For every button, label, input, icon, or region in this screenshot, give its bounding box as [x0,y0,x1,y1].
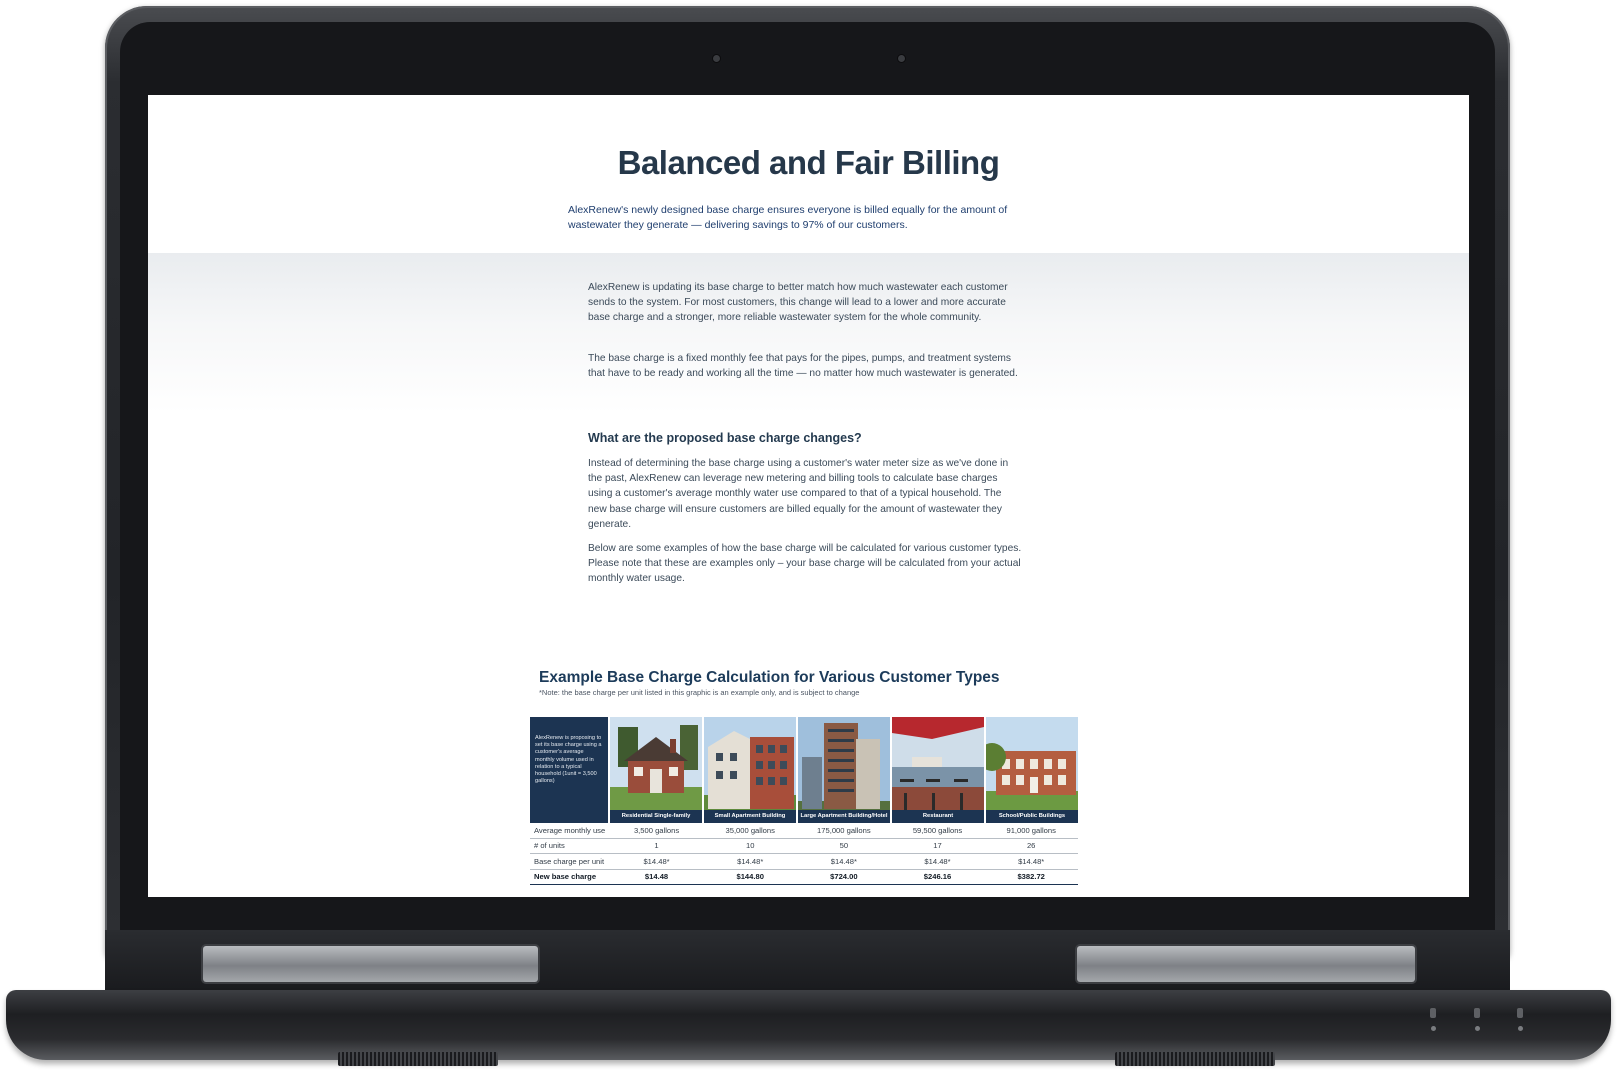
table-cell: 59,500 gallons [912,825,963,835]
example-image-row: AlexRenew is proposing to set its base c… [530,717,1078,823]
speaker-grille-left [338,1052,498,1066]
column-header: School/Public Buildings [986,810,1078,823]
apartment-image [704,717,796,823]
table-cell: $14.48* [830,856,857,866]
table-cell: 91,000 gallons [1006,825,1056,835]
laptop-base [6,990,1611,1060]
row-label: New base charge [534,872,597,882]
table-cell: $144.80 [736,872,764,882]
example-title: Example Base Charge Calculation for Vari… [539,669,1000,686]
column-header: Restaurant [892,810,984,823]
section-heading: What are the proposed base charge change… [588,431,862,445]
table-cell: $14.48* [643,856,670,866]
row-label: Base charge per unit [534,856,605,866]
table-cell: $382.72 [1017,872,1045,882]
table-cell: 50 [839,841,849,851]
table-cell: $14.48 [644,872,669,882]
hinge-plate-right [1077,946,1415,982]
photo-residential: Residential Single-family [610,717,702,823]
row-label: # of units [534,841,565,851]
table-cell: $14.48* [737,856,764,866]
indicator-dot [1431,1026,1436,1031]
indicator-light [1474,1008,1480,1018]
house-image [610,717,702,823]
content-band [148,253,1469,413]
table-cell: 3,500 gallons [633,825,680,835]
indicator-light [1430,1008,1436,1018]
changes-paragraph-1: Instead of determining the base charge u… [588,456,1022,532]
table-cell: $14.48* [924,856,951,866]
example-intro-cell: AlexRenew is proposing to set its base c… [530,717,608,823]
changes-paragraph-2: Below are some examples of how the base … [588,541,1022,587]
indicator-dot [1475,1026,1480,1031]
intro-text-2: The base charge is a fixed monthly fee t… [588,353,1018,380]
webcam-icon [713,55,720,62]
table-cell: 10 [745,841,755,851]
table-cell: $246.16 [923,872,952,882]
sensor-icon [898,55,905,62]
table-row-total: New base charge $14.48 $144.80 $724.00 $… [530,870,1078,885]
tower-image [798,717,890,823]
example-table: AlexRenew is proposing to set its base c… [530,717,1078,885]
changes-text-2: Below are some examples of how the base … [588,543,1022,585]
changes-text-1: Instead of determining the base charge u… [588,458,1009,530]
web-page: Balanced and Fair Billing AlexRenew's ne… [148,95,1469,897]
intro-paragraph-1: AlexRenew is updating its base charge to… [588,280,1022,326]
photo-large-apartment: Large Apartment Building/Hotel [798,717,890,823]
page-subtitle: AlexRenew's newly designed base charge e… [568,204,1008,231]
column-header: Large Apartment Building/Hotel [798,810,890,823]
photo-school: School/Public Buildings [986,717,1078,823]
intro-text-1: AlexRenew is updating its base charge to… [588,282,1008,324]
hero-section: Balanced and Fair Billing AlexRenew's ne… [148,95,1469,253]
school-image [986,717,1078,823]
table-row: # of units 1 10 50 17 26 [530,839,1078,854]
table-cell: $14.48* [1018,856,1045,866]
photo-restaurant: Restaurant [892,717,984,823]
column-header: Small Apartment Building [704,810,796,823]
table-row: Base charge per unit $14.48* $14.48* $14… [530,854,1078,870]
table-cell: 1 [654,841,659,851]
restaurant-image [892,717,984,823]
intro-paragraph-2: The base charge is a fixed monthly fee t… [588,351,1022,381]
indicator-dot [1518,1026,1523,1031]
indicator-light [1517,1008,1523,1018]
photo-small-apartment: Small Apartment Building [704,717,796,823]
example-note: *Note: the base charge per unit listed i… [539,688,860,697]
hinge-plate-left [203,946,538,982]
speaker-grille-right [1115,1052,1275,1066]
table-cell: 35,000 gallons [725,825,775,835]
table-cell: 17 [933,841,942,851]
table-cell: 175,000 gallons [817,825,871,835]
page-title: Balanced and Fair Billing [617,144,1000,181]
table-row: Average monthly use 3,500 gallons 35,000… [530,823,1078,839]
table-cell: 26 [1026,841,1036,851]
table-cell: $724.00 [830,872,858,882]
column-header: Residential Single-family [610,810,702,823]
row-label: Average monthly use [534,825,606,835]
